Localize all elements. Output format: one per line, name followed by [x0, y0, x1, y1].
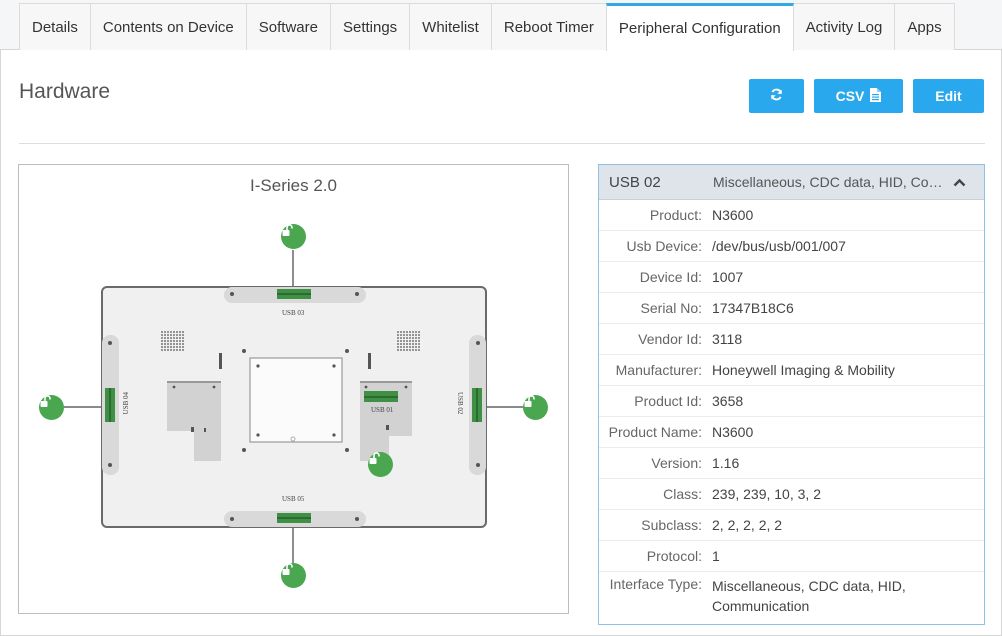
usb-details-list: Product: N3600 Usb Device: /dev/bus/usb/001… — [599, 200, 984, 620]
usb-04-lock-button[interactable] — [39, 395, 64, 420]
tab-bar: Details Contents on Device Software Sett… — [0, 0, 1002, 51]
detail-value: 1 — [712, 548, 720, 564]
page-title: Hardware — [19, 80, 111, 103]
detail-value: 239, 239, 10, 3, 2 — [712, 486, 821, 502]
tab-peripheral-configuration[interactable]: Peripheral Configuration — [605, 3, 794, 51]
tab-activity-log[interactable]: Activity Log — [792, 3, 896, 50]
csv-label: CSV — [835, 88, 865, 104]
detail-value: 3658 — [712, 393, 744, 409]
tab-settings[interactable]: Settings — [329, 3, 411, 50]
unlock-icon — [524, 395, 535, 407]
usb-03-lock-button[interactable] — [281, 224, 306, 249]
tab-reboot-timer[interactable]: Reboot Timer — [490, 3, 607, 50]
detail-row: Version: 1.16 — [599, 448, 984, 479]
detail-row: Vendor Id: 3118 — [599, 324, 984, 355]
usb-02-label: USB 02 — [456, 392, 464, 415]
unlock-icon — [40, 395, 51, 407]
usb-name: USB 02 — [609, 173, 661, 191]
detail-key: Device Id: — [639, 269, 702, 285]
usb-details-header[interactable]: USB 02 Miscellaneous, CDC data, HID, Com… — [599, 165, 984, 200]
detail-row: Product: N3600 — [599, 200, 984, 231]
detail-row: Protocol: 1 — [599, 541, 984, 572]
detail-value: 3118 — [712, 331, 743, 347]
detail-row: Class: 239, 239, 10, 3, 2 — [599, 479, 984, 510]
detail-row: Subclass: 2, 2, 2, 2, 2 — [599, 510, 984, 541]
detail-value: 17347B18C6 — [712, 300, 794, 316]
detail-row: Interface Type: Miscellaneous, CDC data, … — [599, 572, 984, 620]
refresh-button[interactable] — [749, 79, 804, 113]
detail-row: Usb Device: /dev/bus/usb/001/007 — [599, 231, 984, 262]
detail-key: Subclass: — [641, 517, 702, 533]
detail-row: Serial No: 17347B18C6 — [599, 293, 984, 324]
usb-03-label: USB 03 — [282, 309, 305, 317]
usb-02-lock-button[interactable] — [523, 395, 548, 420]
detail-key: Vendor Id: — [638, 331, 702, 347]
refresh-icon — [770, 88, 783, 104]
detail-row: Product Id: 3658 — [599, 386, 984, 417]
detail-key: Manufacturer: — [615, 362, 702, 378]
detail-key: Product: — [649, 207, 702, 223]
detail-key: Protocol: — [646, 548, 702, 564]
edit-label: Edit — [935, 88, 962, 104]
unlock-icon — [369, 452, 380, 464]
header-divider — [19, 143, 985, 144]
detail-key: Serial No: — [640, 300, 702, 316]
detail-key: Interface Type: — [609, 576, 702, 592]
usb-details-panel: USB 02 Miscellaneous, CDC data, HID, Com… — [598, 164, 985, 625]
detail-key: Version: — [651, 455, 702, 471]
detail-value: /dev/bus/usb/001/007 — [712, 238, 846, 254]
detail-row: Product Name: N3600 — [599, 417, 984, 448]
detail-row: Device Id: 1007 — [599, 262, 984, 293]
usb-04-label: USB 04 — [122, 392, 130, 415]
detail-value: 2, 2, 2, 2, 2 — [712, 517, 783, 533]
unlock-icon — [282, 224, 293, 236]
detail-value: 1.16 — [712, 455, 740, 471]
unlock-icon — [282, 563, 293, 575]
usb-01-lock-button[interactable] — [368, 452, 393, 477]
document-icon — [870, 87, 882, 105]
tab-whitelist[interactable]: Whitelist — [409, 3, 492, 50]
usb-01-label: USB 01 — [371, 406, 394, 414]
detail-value: N3600 — [712, 207, 754, 223]
detail-value: N3600 — [712, 424, 754, 440]
tab-apps[interactable]: Apps — [894, 3, 955, 50]
detail-key: Usb Device: — [626, 238, 702, 254]
detail-key: Product Id: — [634, 393, 702, 409]
detail-key: Product Name: — [608, 424, 702, 440]
tabs: Details Contents on Device Software Sett… — [19, 3, 955, 51]
usb-05-lock-button[interactable] — [281, 563, 306, 588]
chevron-up-icon[interactable] — [953, 175, 966, 190]
device-diagram: I-Series 2.0 USB 03 USB 04 USB 02 USB 01… — [18, 164, 569, 614]
tab-software[interactable]: Software — [245, 3, 331, 50]
detail-value: Honeywell Imaging & Mobility — [712, 362, 895, 378]
detail-key: Class: — [663, 486, 702, 502]
csv-button[interactable]: CSV — [814, 79, 903, 113]
edit-button[interactable]: Edit — [913, 79, 984, 113]
tab-details[interactable]: Details — [19, 3, 91, 50]
detail-row: Manufacturer: Honeywell Imaging & Mobilit… — [599, 355, 984, 386]
usb-summary: Miscellaneous, CDC data, HID, Communicat… — [713, 174, 943, 190]
tab-contents-on-device[interactable]: Contents on Device — [89, 3, 247, 50]
detail-value: Miscellaneous, CDC data, HID, Communicat… — [712, 578, 906, 614]
usb-05-label: USB 05 — [282, 495, 305, 503]
detail-value: 1007 — [712, 269, 744, 285]
